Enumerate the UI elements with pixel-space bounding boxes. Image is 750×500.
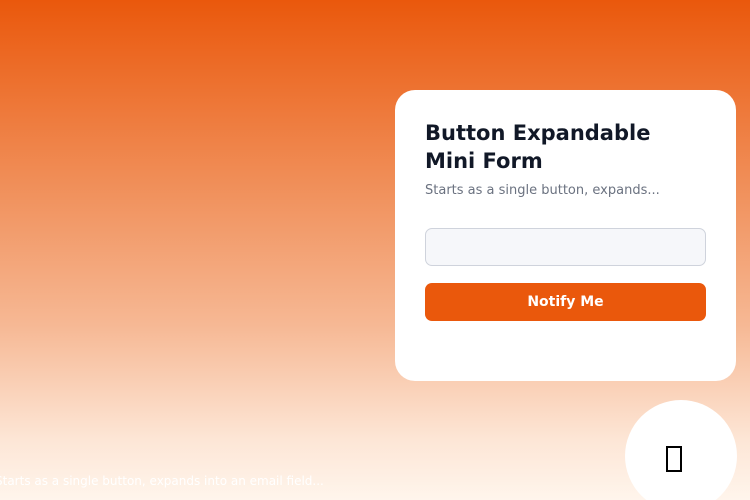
card-title: Button Expandable Mini Form	[425, 121, 651, 173]
email-field[interactable]	[425, 228, 706, 266]
notify-me-button[interactable]: Notify Me	[425, 283, 706, 321]
footer-caption: Starts as a single button, expands into …	[0, 474, 324, 488]
expand-toggle-button[interactable]	[625, 400, 737, 500]
card-subtitle: Starts as a single button, expands...	[425, 183, 660, 198]
missing-glyph-icon	[666, 446, 682, 472]
mini-form-card: Button Expandable Mini Form Starts as a …	[395, 90, 736, 381]
